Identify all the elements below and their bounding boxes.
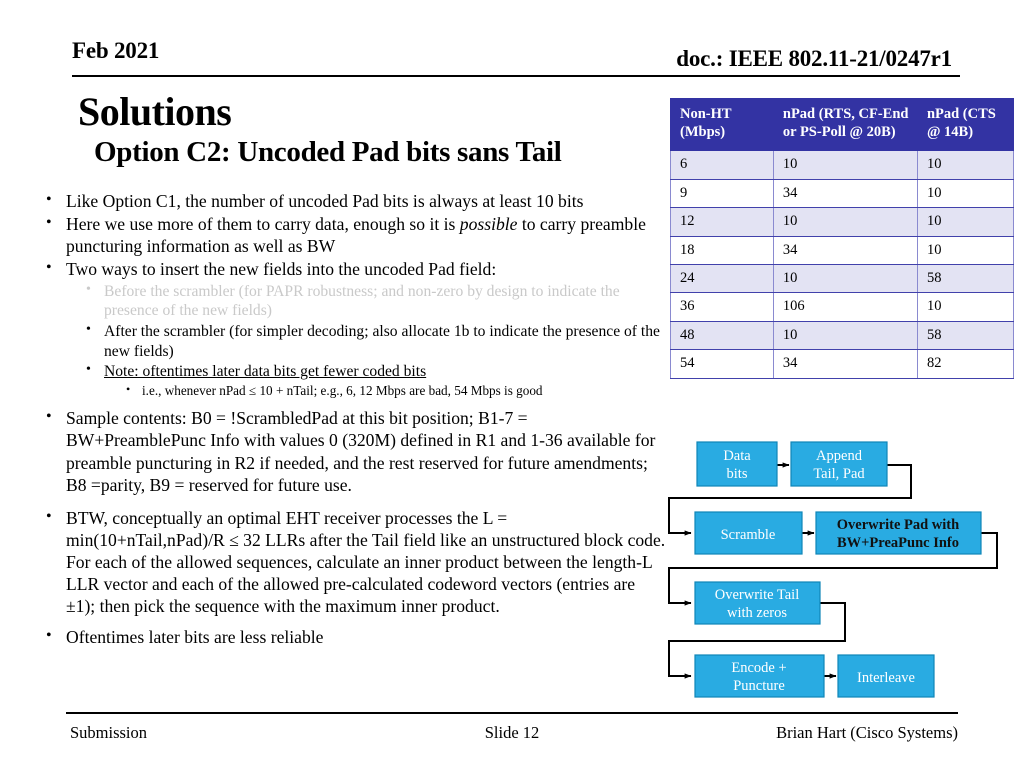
bullet-text: Sample contents: B0 = !ScrambledPad at t… xyxy=(66,408,656,495)
footer-row: Submission Slide 12 Brian Hart (Cisco Sy… xyxy=(66,723,958,747)
bullet-item: • Here we use more of them to carry data… xyxy=(38,213,668,257)
table-header-cell: Non-HT (Mbps) xyxy=(670,97,774,152)
table-cell: 10 xyxy=(916,178,1015,209)
bullet-marker-icon: • xyxy=(86,321,91,337)
header-divider xyxy=(72,75,960,77)
processing-flow-diagram: Data bits Append Tail, Pad Scramble Over… xyxy=(665,438,1015,713)
flow-box-line: Append xyxy=(816,448,863,464)
bullet-marker-icon: • xyxy=(46,191,52,208)
bullet-text-emphasis: possible xyxy=(459,214,518,235)
sub-bullet-item: • After the scrambler (for simpler decod… xyxy=(38,322,668,361)
flow-box-line: Overwrite Tail xyxy=(715,587,799,603)
table-cell: 58 xyxy=(916,263,1015,294)
page-subtitle: Option C2: Uncoded Pad bits sans Tail xyxy=(94,136,562,169)
bullet-marker-icon: • xyxy=(46,259,52,277)
bullet-text: BTW, conceptually an optimal EHT receive… xyxy=(66,507,666,617)
bullet-marker-icon: • xyxy=(46,214,52,232)
table-row: 48 10 58 xyxy=(670,320,1015,351)
table-header-cell: nPad (RTS, CF-End or PS-Poll @ 20B) xyxy=(772,97,918,152)
slide-header: Feb 2021 doc.: IEEE 802.11-21/0247r1 xyxy=(72,38,960,78)
sub-bullet-text: Note: oftentimes later data bits get few… xyxy=(104,363,427,381)
bullet-item: • BTW, conceptually an optimal EHT recei… xyxy=(38,507,668,618)
table-cell: 34 xyxy=(772,349,918,379)
table-header-row: Non-HT (Mbps) nPad (RTS, CF-End or PS-Po… xyxy=(670,97,1015,152)
footer-author: Brian Hart (Cisco Systems) xyxy=(776,723,958,742)
npad-table: Non-HT (Mbps) nPad (RTS, CF-End or PS-Po… xyxy=(670,97,1015,379)
table-row: 18 34 10 xyxy=(670,235,1015,265)
table-cell: 10 xyxy=(916,235,1015,265)
sub-sub-bullet-text: i.e., whenever nPad ≤ 10 + nTail; e.g., … xyxy=(142,382,543,398)
table-row: 36 106 10 xyxy=(670,292,1015,322)
bullet-item: • Two ways to insert the new fields into… xyxy=(38,258,668,280)
table-cell: 54 xyxy=(670,349,774,379)
flow-box-line: Overwrite Pad with xyxy=(837,517,959,533)
flow-box-overwrite-tail: Overwrite Tail with zeros xyxy=(694,581,821,625)
table-cell: 82 xyxy=(916,349,1015,379)
table-cell: 36 xyxy=(670,292,774,322)
table-row: 54 34 82 xyxy=(670,349,1015,379)
table-header-cell: nPad (CTS @ 14B) xyxy=(916,97,1015,152)
flow-box-data-bits: Data bits xyxy=(696,441,778,487)
flow-box-line: Encode + xyxy=(731,660,786,676)
flow-box-line: with zeros xyxy=(727,605,787,621)
flow-box-append-tail-pad: Append Tail, Pad xyxy=(790,441,888,487)
bullet-marker-icon: • xyxy=(46,507,52,525)
table-row: 9 34 10 xyxy=(670,178,1015,209)
flow-box-line: Scramble xyxy=(721,527,776,543)
table-cell: 10 xyxy=(772,320,918,351)
flow-box-line: Tail, Pad xyxy=(813,466,865,482)
body-bullet-list: • Like Option C1, the number of uncoded … xyxy=(38,190,668,649)
header-date: Feb 2021 xyxy=(72,38,160,63)
bullet-text: Like Option C1, the number of uncoded Pa… xyxy=(66,191,584,211)
title-block: Solutions Option C2: Uncoded Pad bits sa… xyxy=(78,90,668,169)
header-document-number: doc.: IEEE 802.11-21/0247r1 xyxy=(676,46,952,71)
flow-box-line: Data xyxy=(723,448,751,464)
table-cell: 12 xyxy=(670,207,774,237)
table-cell: 106 xyxy=(772,292,918,322)
flow-box-line: Interleave xyxy=(857,670,915,686)
sub-bullet-text: After the scrambler (for simpler decodin… xyxy=(104,322,660,360)
table-cell: 9 xyxy=(670,178,774,209)
table-row: 6 10 10 xyxy=(670,150,1015,180)
bullet-marker-icon: • xyxy=(86,362,91,378)
flow-box-line: bits xyxy=(727,466,748,482)
flow-box-overwrite-pad: Overwrite Pad with BW+PreaPunc Info xyxy=(815,511,982,555)
table-cell: 34 xyxy=(772,178,918,209)
table-cell: 48 xyxy=(670,320,774,351)
flow-box-line: BW+PreaPunc Info xyxy=(837,535,959,551)
table-cell: 24 xyxy=(670,263,774,294)
flow-box-line: Puncture xyxy=(733,678,785,694)
table-cell: 6 xyxy=(670,150,774,180)
bullet-marker-icon: • xyxy=(46,408,52,426)
table-cell: 34 xyxy=(772,235,918,265)
bullet-text: Oftentimes later bits are less reliable xyxy=(66,626,324,647)
table-row: 24 10 58 xyxy=(670,263,1015,294)
bullet-text: Two ways to insert the new fields into t… xyxy=(66,259,497,280)
sub-bullet-item-note: • Note: oftentimes later data bits get f… xyxy=(38,362,668,382)
sub-bullet-text: Before the scrambler (for PAPR robustnes… xyxy=(104,282,620,320)
table-cell: 10 xyxy=(916,292,1015,322)
sub-sub-bullet-item: • i.e., whenever nPad ≤ 10 + nTail; e.g.… xyxy=(38,381,668,399)
bullet-item: • Sample contents: B0 = !ScrambledPad at… xyxy=(38,407,668,496)
flow-box-encode-puncture: Encode + Puncture xyxy=(694,654,825,698)
table-cell: 10 xyxy=(916,207,1015,237)
table-row: 12 10 10 xyxy=(670,207,1015,237)
bullet-marker-icon: • xyxy=(86,281,91,297)
bullet-marker-icon: • xyxy=(126,381,131,396)
bullet-item: • Like Option C1, the number of uncoded … xyxy=(38,190,668,212)
flow-box-interleave: Interleave xyxy=(837,654,935,698)
sub-bullet-item-disabled: • Before the scrambler (for PAPR robustn… xyxy=(38,282,668,321)
bullet-marker-icon: • xyxy=(46,626,52,644)
table-cell: 18 xyxy=(670,235,774,265)
bullet-item: • Oftentimes later bits are less reliabl… xyxy=(38,626,668,648)
table-cell: 10 xyxy=(772,207,918,237)
flow-box-scramble: Scramble xyxy=(694,511,803,555)
table-cell: 10 xyxy=(772,150,918,180)
table-cell: 58 xyxy=(916,320,1015,351)
table-cell: 10 xyxy=(772,263,918,294)
table-cell: 10 xyxy=(916,150,1015,180)
page-title: Solutions xyxy=(78,89,232,134)
bullet-text-pre: Here we use more of them to carry data, … xyxy=(66,214,460,235)
footer-divider xyxy=(66,712,958,714)
